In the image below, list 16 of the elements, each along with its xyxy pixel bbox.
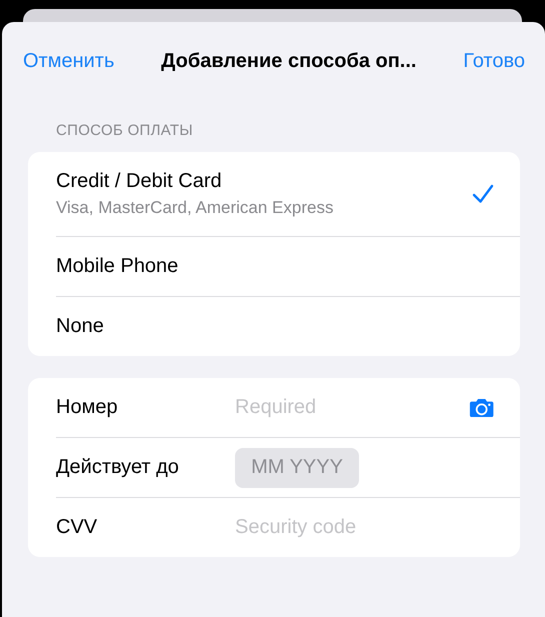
field-label: Действует до — [56, 456, 180, 479]
field-label: Номер — [56, 396, 119, 419]
date-picker[interactable]: MM YYYY — [235, 448, 359, 488]
sheet-title: Добавление способа оп... — [161, 50, 416, 72]
input-field[interactable]: Security code — [235, 516, 494, 539]
option-label: None — [56, 315, 105, 338]
option-subtitle: Visa, MasterCard, American Express — [56, 198, 334, 218]
section-header: СПОСОБ ОПЛАТЫ — [56, 122, 194, 141]
input-field[interactable]: Required — [235, 396, 469, 419]
camera-icon[interactable] — [468, 396, 494, 418]
payment-option[interactable]: None — [56, 296, 520, 356]
option-label: Credit / Debit Card — [56, 170, 223, 193]
payment-option[interactable]: Credit / Debit Card Visa, MasterCard, American Express — [56, 152, 520, 236]
payment-option[interactable]: Mobile Phone — [56, 236, 520, 296]
field-label: CVV — [56, 516, 98, 539]
option-label: Mobile Phone — [56, 255, 180, 278]
